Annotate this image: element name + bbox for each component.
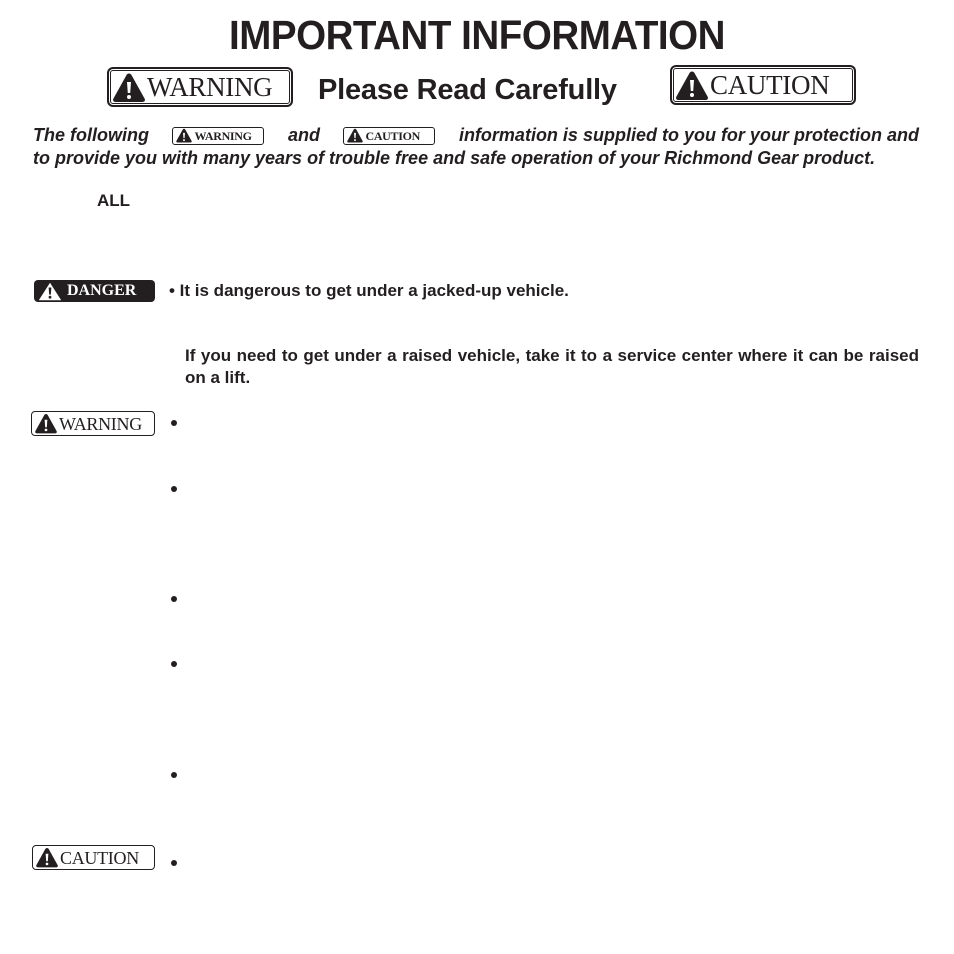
page-title: IMPORTANT INFORMATION	[228, 12, 726, 58]
exclamation-triangle-icon	[175, 128, 193, 143]
danger-bullet-text: • It is dangerous to get under a jacked-…	[169, 281, 569, 300]
warning-bullet-4	[171, 661, 177, 667]
warning-bullet-1	[171, 420, 177, 426]
exclamation-triangle-icon	[112, 72, 146, 103]
caution-tag: CAUTION	[32, 845, 155, 870]
all-label: ALL	[97, 191, 131, 210]
exclamation-triangle-icon	[35, 847, 59, 868]
caution-tag-inline: CAUTION	[343, 126, 436, 145]
warning-tag-header: WARNING	[107, 67, 293, 107]
warning-tag-label: WARNING	[194, 128, 252, 143]
warning-bullet-5	[171, 772, 177, 778]
intro-paragraph: The following WARNING and CAUTION inform…	[33, 124, 919, 170]
warning-tag-label: WARNING	[59, 413, 142, 434]
intro-text-middle: and	[287, 125, 320, 145]
caution-tag-label: CAUTION	[60, 847, 139, 868]
caution-tag-label: CAUTION	[710, 69, 830, 100]
warning-bullet-2	[171, 486, 177, 492]
exclamation-triangle-icon	[675, 70, 709, 101]
intro-line-2: to provide you with many years of troubl…	[33, 148, 876, 168]
exclamation-triangle-icon	[38, 282, 62, 301]
caution-tag-label: CAUTION	[365, 128, 421, 143]
intro-text-before: The following	[33, 125, 149, 145]
warning-bullet-3	[171, 596, 177, 602]
intro-text-after: information is supplied to you for your …	[458, 125, 919, 145]
exclamation-triangle-icon	[346, 128, 364, 143]
page-subtitle: Please Read Carefully	[318, 74, 617, 106]
exclamation-triangle-icon	[34, 413, 58, 434]
warning-tag: WARNING	[31, 411, 155, 436]
danger-tag-label: DANGER	[67, 282, 137, 299]
danger-tag: DANGER	[34, 280, 155, 302]
caution-bullet-1	[171, 860, 177, 866]
danger-paragraph: If you need to get under a raised vehicl…	[185, 346, 919, 387]
warning-tag-inline: WARNING	[172, 126, 265, 145]
caution-tag-header: CAUTION	[670, 65, 856, 105]
warning-tag-label: WARNING	[147, 71, 273, 102]
intro-line-1: The following WARNING and CAUTION inform…	[33, 124, 919, 147]
